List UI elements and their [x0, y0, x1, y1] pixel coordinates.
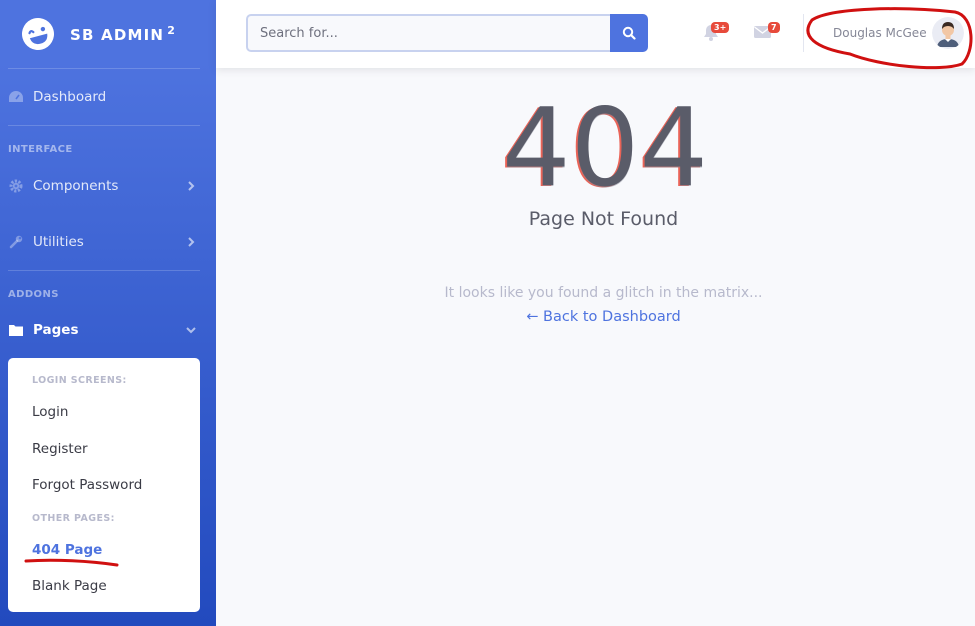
collapse-heading-login: LOGIN SCREENS:: [32, 375, 127, 386]
sidebar-item-label: Utilities: [33, 234, 84, 250]
glitch-message: It looks like you found a glitch in the …: [444, 285, 763, 301]
sidebar-item-label: Pages: [33, 322, 79, 338]
pages-collapse-menu: LOGIN SCREENS: Login Register Forgot Pas…: [8, 358, 200, 612]
back-to-dashboard-link[interactable]: ← Back to Dashboard: [216, 309, 975, 325]
topbar: 3+ 7 Douglas McGee: [216, 0, 975, 68]
search-button[interactable]: [610, 14, 648, 52]
sidebar-divider: [8, 68, 200, 69]
alerts-button[interactable]: 3+: [703, 22, 730, 42]
sidebar-item-pages[interactable]: Pages: [0, 310, 216, 350]
topbar-divider: [803, 14, 804, 52]
page-not-found-title: Page Not Found: [528, 208, 679, 230]
laugh-wink-icon: [22, 18, 54, 50]
collapse-item-login[interactable]: Login: [32, 404, 68, 420]
brand-title: SB ADMIN 2: [70, 24, 177, 44]
collapse-item-register[interactable]: Register: [32, 441, 88, 457]
search-input[interactable]: [246, 14, 610, 52]
chevron-down-icon: [186, 327, 196, 334]
messages-button[interactable]: 7: [754, 22, 780, 42]
alerts-badge: 3+: [711, 22, 730, 33]
sidebar-divider: [8, 270, 200, 271]
search-icon: [622, 26, 636, 40]
search-form: [246, 14, 648, 52]
collapse-item-forgot-password[interactable]: Forgot Password: [32, 477, 142, 493]
svg-text:404: 404: [502, 88, 708, 200]
sidebar-brand[interactable]: SB ADMIN 2: [0, 0, 216, 68]
messages-badge: 7: [768, 22, 780, 33]
user-avatar[interactable]: [932, 17, 964, 49]
sidebar-heading-addons: ADDONS: [8, 289, 59, 300]
sidebar-item-utilities[interactable]: Utilities: [0, 222, 216, 262]
chevron-right-icon: [188, 237, 195, 247]
error-code-404: 404 404 404: [500, 88, 708, 200]
user-name[interactable]: Douglas McGee: [833, 26, 927, 40]
folder-icon: [8, 322, 24, 338]
collapse-item-blank-page[interactable]: Blank Page: [32, 578, 107, 594]
collapse-heading-other: OTHER PAGES:: [32, 513, 115, 524]
wrench-icon: [8, 234, 24, 250]
collapse-item-404-page[interactable]: 404 Page: [32, 542, 102, 558]
user-avatar-icon: [932, 17, 964, 49]
